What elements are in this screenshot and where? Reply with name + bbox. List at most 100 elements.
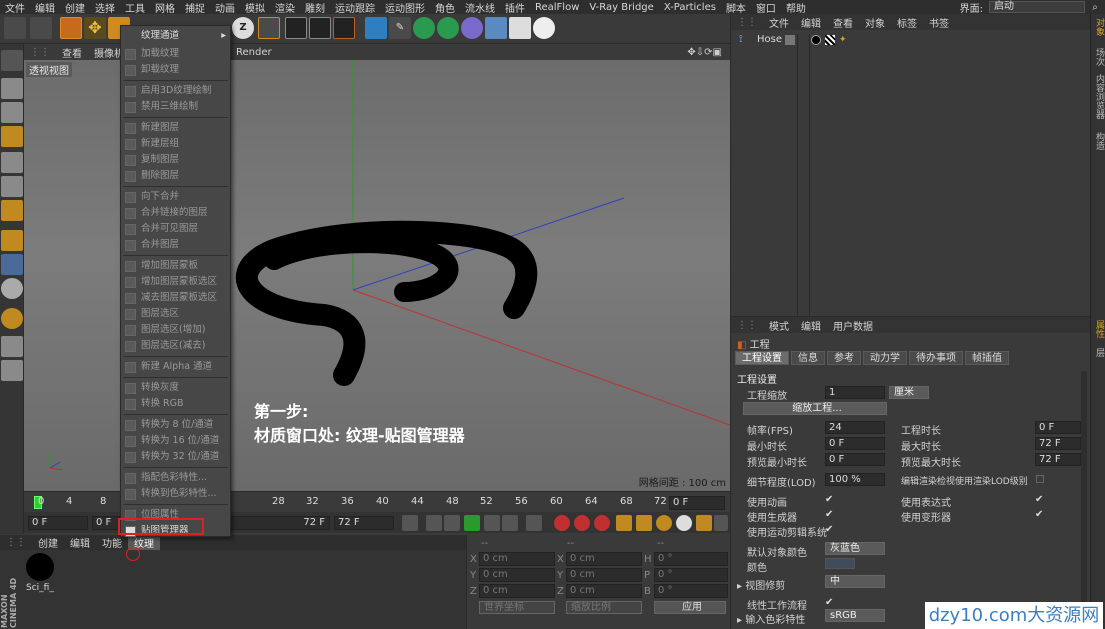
redo-icon[interactable] (30, 17, 52, 39)
select-tool-icon[interactable] (60, 17, 82, 39)
menu-item[interactable]: RealFlow (530, 2, 584, 13)
viewport-menu-view[interactable]: 查看 (56, 45, 88, 60)
prev-frame-icon[interactable] (444, 515, 460, 531)
material-tag-icon[interactable] (811, 35, 821, 45)
context-menu-item[interactable]: 减去图层蒙板选区 (121, 290, 230, 306)
context-menu-item[interactable]: 向下合并 (121, 189, 230, 205)
context-menu-item[interactable]: 转换为 8 位/通道 (121, 417, 230, 433)
am-menu-edit[interactable]: 编辑 (795, 318, 827, 333)
position-y-field[interactable]: 0 cm (479, 568, 555, 582)
timeline-current-frame[interactable]: 0 F (669, 496, 725, 510)
size-y-field[interactable]: 0 cm (566, 568, 642, 582)
side-tab-content-browser[interactable]: 内容浏览器 (1093, 74, 1105, 119)
context-menu-item[interactable]: 增加图层蒙板 (121, 258, 230, 274)
keyframe-selection-icon[interactable] (594, 515, 610, 531)
min-time-field[interactable]: 0 F (825, 437, 885, 450)
side-tab-attributes[interactable]: 属性 (1093, 320, 1105, 338)
tab-dynamics[interactable]: 动力学 (863, 351, 907, 365)
om-menu-file[interactable]: 文件 (763, 15, 795, 30)
workplane-icon[interactable] (1, 126, 23, 147)
context-menu-item[interactable]: 合并图层 (121, 237, 230, 253)
context-menu-item[interactable]: 删除图层 (121, 168, 230, 184)
apply-button[interactable]: 应用 (654, 601, 726, 614)
am-menu-mode[interactable]: 模式 (763, 318, 795, 333)
am-menu-userdata[interactable]: 用户数据 (827, 318, 879, 333)
context-menu-item[interactable]: 图层选区(增加) (121, 322, 230, 338)
render-settings-icon[interactable] (333, 17, 355, 39)
tab-interpolation[interactable]: 帧插值 (965, 351, 1009, 365)
array-icon[interactable] (437, 17, 459, 39)
side-tab-structure[interactable]: 构造 (1093, 132, 1105, 150)
search-icon[interactable]: ⌕ (1085, 2, 1105, 13)
menu-item[interactable]: 运动图形 (380, 0, 430, 15)
lod-render-checkbox[interactable] (1036, 475, 1044, 483)
size-z-field[interactable]: 0 cm (566, 584, 642, 598)
prev-key-icon[interactable] (426, 515, 442, 531)
object-row[interactable]: ⟟ Hose ✦ (731, 34, 1091, 48)
context-menu-item[interactable]: 合并可见图层 (121, 221, 230, 237)
context-menu-item[interactable]: 指配色彩特性... (121, 470, 230, 486)
use-deformers-checkbox[interactable]: ✔ (1035, 509, 1043, 520)
menu-item[interactable]: 渲染 (270, 0, 300, 15)
key-pla-icon[interactable] (696, 515, 712, 531)
end-frame-slider[interactable]: 72 F (230, 516, 330, 530)
rotation-p-field[interactable]: 0 ° (654, 568, 728, 582)
menu-item[interactable]: 窗口 (751, 0, 781, 15)
current-frame-field[interactable]: 0 F (92, 516, 120, 530)
model-mode-icon[interactable] (1, 78, 23, 99)
lod-field[interactable]: 100 % (825, 473, 885, 486)
project-scale-field[interactable]: 1 (825, 386, 885, 399)
preview-min-field[interactable]: 0 F (825, 453, 885, 466)
context-menu-item[interactable]: 新建图层 (121, 120, 230, 136)
context-menu-item[interactable]: 增加图层蒙板选区 (121, 274, 230, 290)
menu-item[interactable]: 选择 (90, 0, 120, 15)
context-menu-item[interactable]: 转换为 16 位/通道 (121, 433, 230, 449)
tab-todo[interactable]: 待办事项 (909, 351, 963, 365)
timeline-menu-icon[interactable] (714, 515, 728, 531)
preview-max-field[interactable]: 72 F (1035, 453, 1081, 466)
menu-item[interactable]: 帮助 (781, 0, 811, 15)
menu-item[interactable]: X-Particles (659, 2, 721, 13)
floor-icon[interactable] (485, 17, 507, 39)
next-frame-icon[interactable] (484, 515, 500, 531)
key-param-icon[interactable] (676, 515, 692, 531)
context-menu-item[interactable]: 新建 Alpha 通道 (121, 359, 230, 375)
scale-project-button[interactable]: 缩放工程... (743, 402, 887, 415)
texture-tag-icon[interactable] (825, 35, 835, 45)
scale-mode-dropdown[interactable]: 缩放比例 (566, 601, 642, 614)
grid-icon[interactable] (1, 360, 23, 381)
menu-item[interactable]: 捕捉 (180, 0, 210, 15)
expand-icon[interactable]: ▸ (737, 615, 745, 626)
texture-mode-icon[interactable] (1, 102, 23, 123)
menu-item[interactable]: 运动跟踪 (330, 0, 380, 15)
pen-icon[interactable]: ✎ (389, 17, 411, 39)
expand-icon[interactable]: ▸ (737, 581, 745, 592)
om-menu-edit[interactable]: 编辑 (795, 15, 827, 30)
menu-item[interactable]: V-Ray Bridge (584, 2, 658, 13)
side-tab-objects[interactable]: 对象 (1093, 18, 1105, 36)
visibility-icon[interactable] (785, 35, 795, 45)
rotation-h-field[interactable]: 0 ° (654, 552, 728, 566)
make-editable-icon[interactable] (1, 50, 23, 71)
om-menu-tags[interactable]: 标签 (891, 15, 923, 30)
subdivision-icon[interactable] (413, 17, 435, 39)
tweak-mode-icon[interactable] (1, 254, 23, 275)
end-frame-field[interactable]: 72 F (334, 516, 394, 530)
material-name[interactable]: Sci_fi_ (26, 583, 54, 593)
autokey-icon[interactable] (574, 515, 590, 531)
project-duration-field[interactable]: 0 F (1035, 421, 1081, 434)
use-animation-checkbox[interactable]: ✔ (825, 494, 833, 505)
next-key-icon[interactable] (502, 515, 518, 531)
render-picture-icon[interactable] (309, 17, 331, 39)
go-to-end-icon[interactable] (526, 515, 542, 531)
menu-item[interactable]: 插件 (500, 0, 530, 15)
material-preview[interactable] (26, 553, 54, 581)
viewport-menu-render[interactable]: Render (230, 47, 278, 58)
om-menu-view[interactable]: 查看 (827, 15, 859, 30)
menu-item[interactable]: 编辑 (30, 0, 60, 15)
move-tool-icon[interactable]: ✥ (84, 17, 106, 39)
material-menu-edit[interactable]: 编辑 (64, 535, 96, 550)
axis-mode-icon[interactable] (1, 230, 23, 251)
attribute-scrollbar[interactable] (1081, 371, 1087, 621)
linear-workflow-checkbox[interactable]: ✔ (825, 597, 833, 608)
